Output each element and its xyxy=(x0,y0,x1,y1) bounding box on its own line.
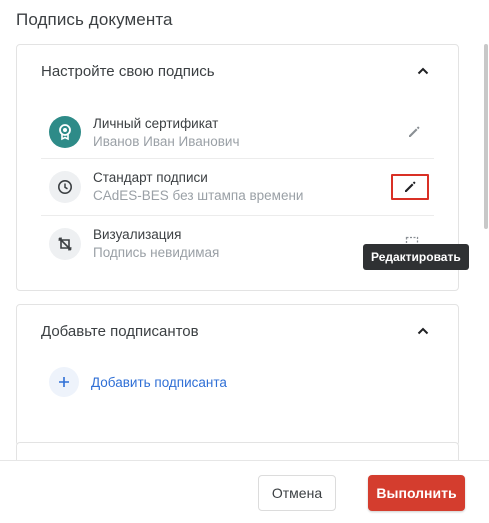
visualization-label: Визуализация xyxy=(93,227,182,242)
signature-settings-header[interactable]: Настройте свою подпись xyxy=(17,45,458,97)
signers-card: Добавьте подписантов Добавить подписанта xyxy=(16,304,459,446)
edit-signature-standard-button[interactable] xyxy=(391,173,429,200)
signature-settings-title: Настройте свою подпись xyxy=(41,62,215,80)
page-title: Подпись документа xyxy=(16,10,173,29)
add-signer-button[interactable]: Добавить подписанта xyxy=(49,367,227,397)
signature-standard-row[interactable]: Стандарт подписи CAdES-BES без штампа вр… xyxy=(41,158,434,214)
signature-standard-value: CAdES-BES без штампа времени xyxy=(93,188,304,203)
signers-header[interactable]: Добавьте подписантов xyxy=(17,305,458,357)
clock-icon xyxy=(49,170,81,203)
pencil-icon xyxy=(405,181,416,192)
next-section-card xyxy=(16,442,459,460)
pencil-icon xyxy=(409,126,420,137)
chevron-up-icon[interactable] xyxy=(416,324,430,338)
submit-button[interactable]: Выполнить xyxy=(368,475,465,511)
signature-standard-label: Стандарт подписи xyxy=(93,170,208,185)
plus-icon xyxy=(49,367,79,397)
certificate-row[interactable]: Личный сертификат Иванов Иван Иванович xyxy=(41,104,434,160)
signers-title: Добавьте подписантов xyxy=(41,322,199,340)
scrollbar-thumb[interactable] xyxy=(484,44,488,229)
chevron-up-icon[interactable] xyxy=(416,64,430,78)
certificate-value: Иванов Иван Иванович xyxy=(93,133,240,149)
certificate-icon xyxy=(49,116,81,148)
certificate-label: Личный сертификат xyxy=(93,115,219,131)
dialog-footer: Отмена Выполнить xyxy=(0,460,489,523)
crop-off-icon xyxy=(49,227,81,260)
cancel-button[interactable]: Отмена xyxy=(258,475,336,511)
edit-tooltip: Редактировать xyxy=(363,244,469,270)
add-signer-label: Добавить подписанта xyxy=(91,374,227,390)
edit-certificate-button[interactable] xyxy=(394,117,434,147)
sign-document-dialog: Подпись документа Настройте свою подпись xyxy=(0,0,489,523)
settings-scroll-area[interactable]: Настройте свою подпись Личный сертификат… xyxy=(0,36,489,460)
